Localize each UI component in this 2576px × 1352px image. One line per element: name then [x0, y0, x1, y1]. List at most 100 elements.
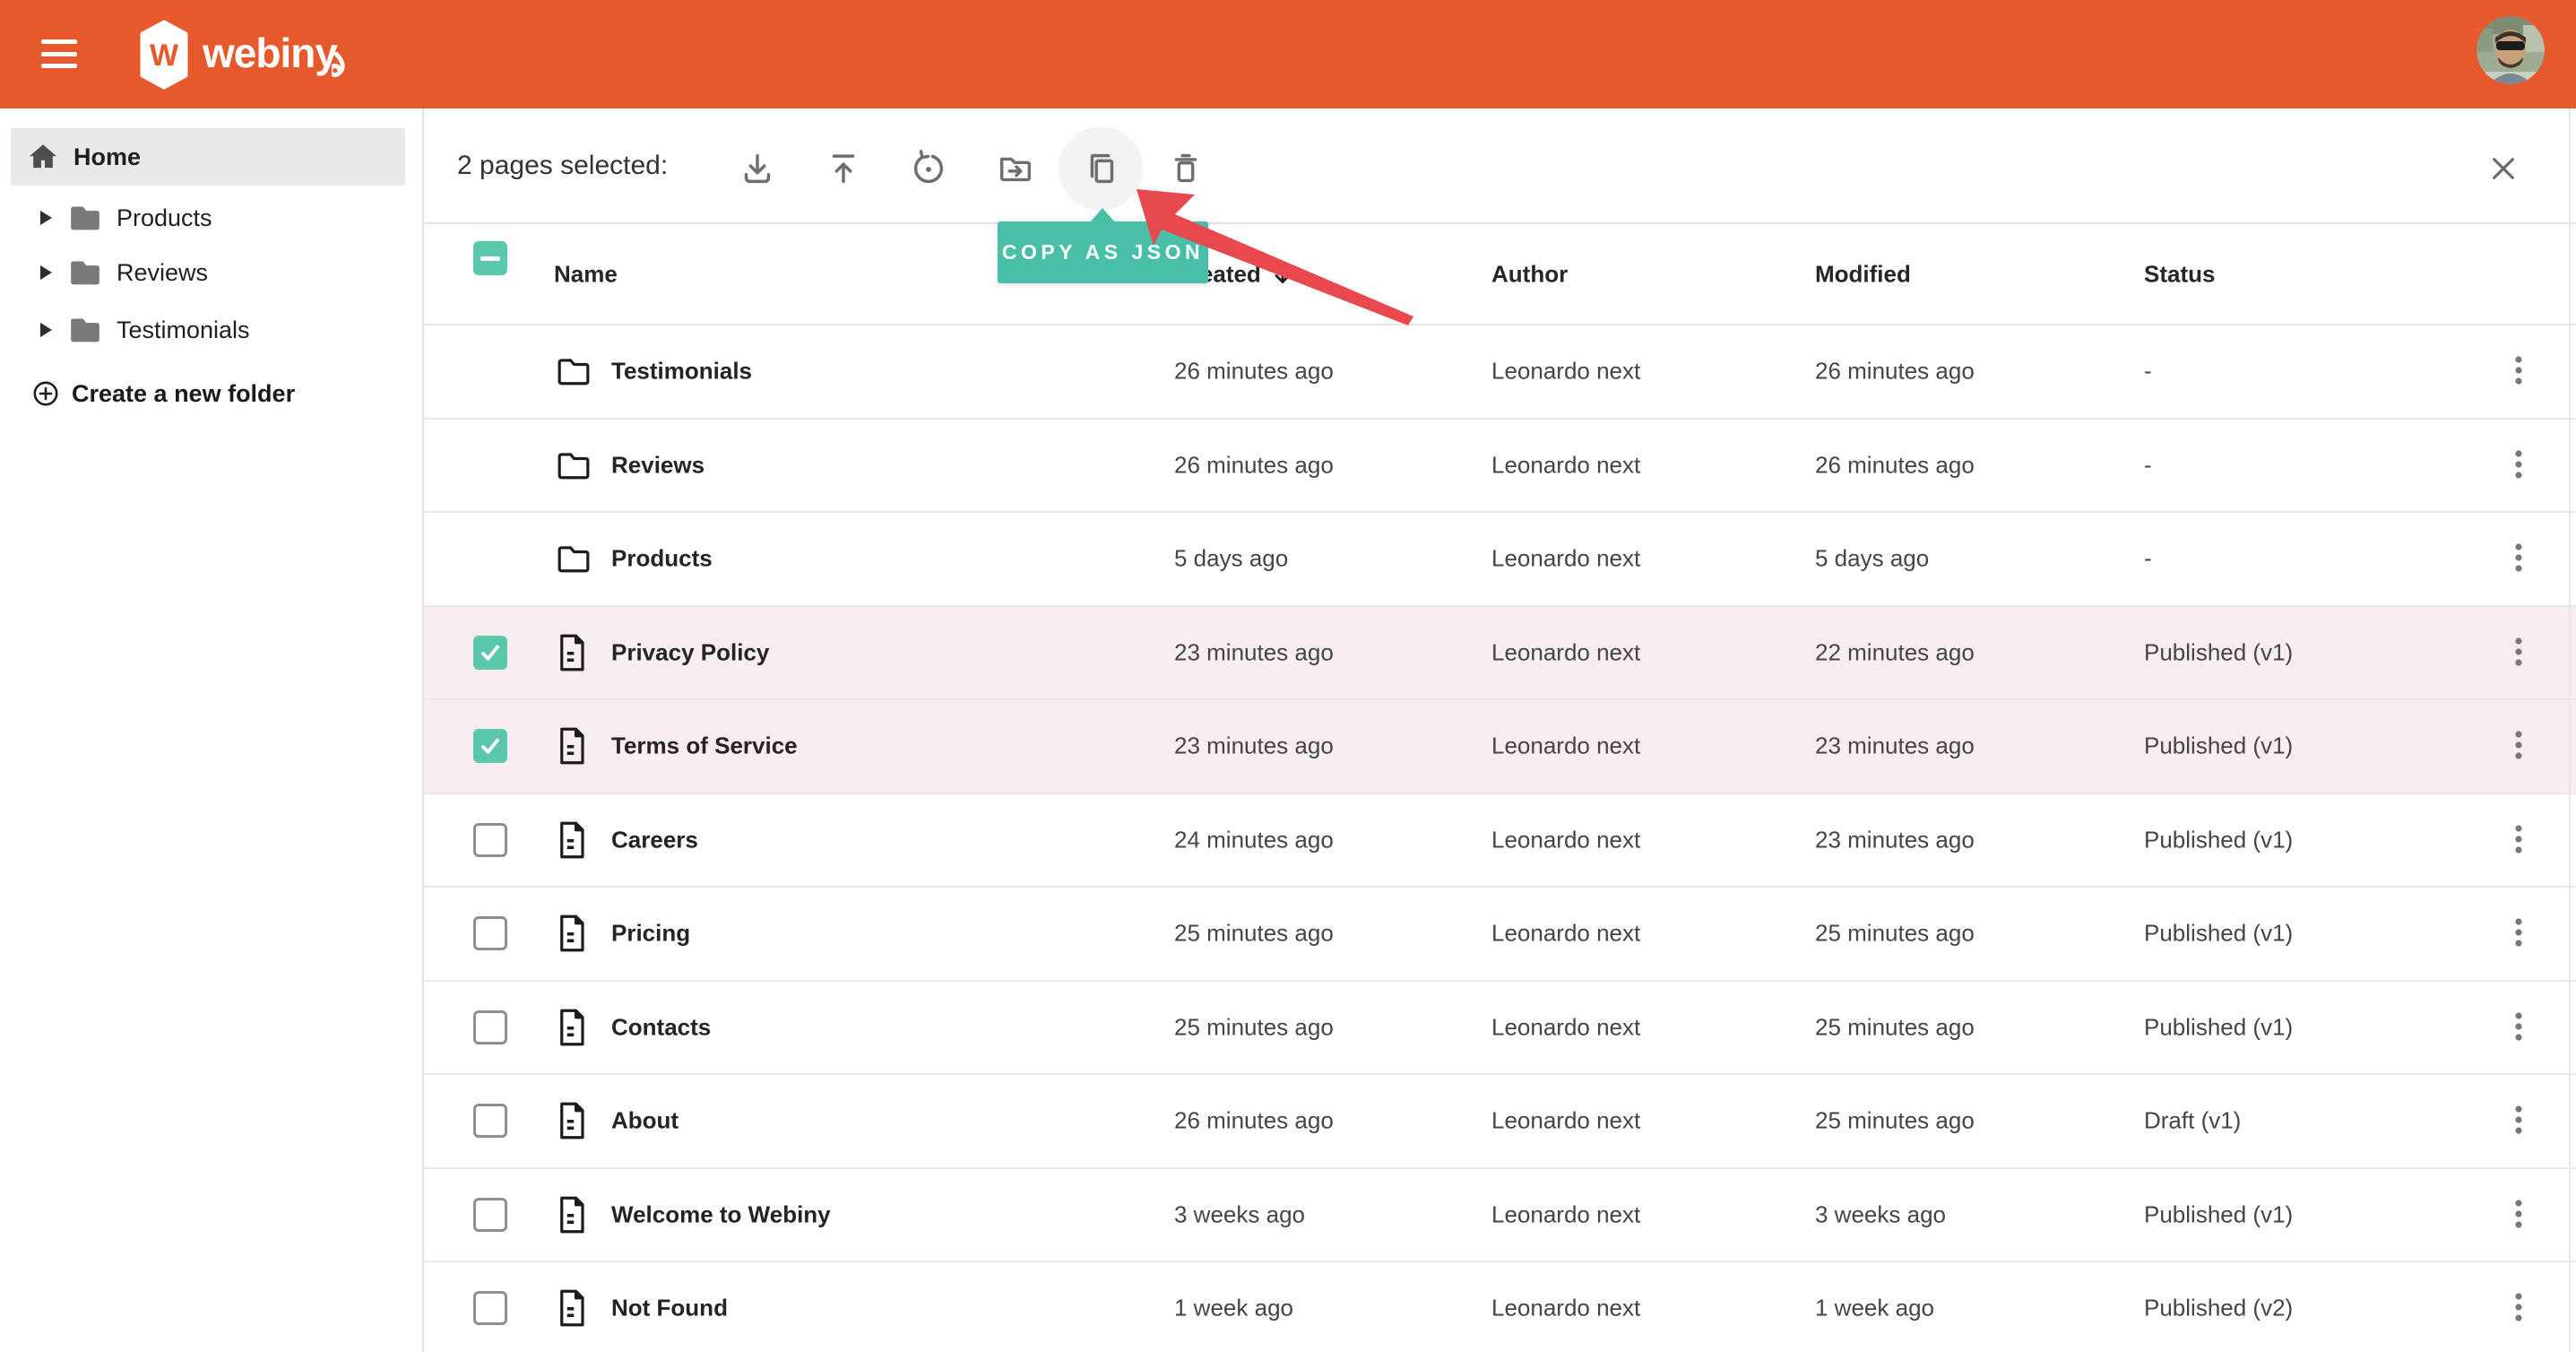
row-name[interactable]: Contacts	[611, 1013, 711, 1041]
row-menu-button[interactable]	[2501, 912, 2537, 955]
table-row-privacy-policy[interactable]: Privacy Policy 23 minutes ago Leonardo n…	[424, 607, 2576, 701]
row-created: 25 minutes ago	[1174, 920, 1334, 948]
publish-button[interactable]	[815, 140, 872, 197]
row-checkbox[interactable]	[473, 1291, 507, 1325]
row-modified: 25 minutes ago	[1815, 1107, 1975, 1135]
row-checkbox[interactable]	[473, 1104, 507, 1138]
row-modified: 26 minutes ago	[1815, 451, 1975, 479]
row-created: 24 minutes ago	[1174, 826, 1334, 854]
row-checkbox[interactable]	[473, 729, 507, 763]
chevron-right-icon[interactable]	[40, 211, 52, 225]
select-all-checkbox[interactable]	[473, 241, 507, 275]
row-checkbox[interactable]	[473, 823, 507, 857]
row-checkbox[interactable]	[473, 636, 507, 670]
user-avatar[interactable]	[2477, 16, 2545, 84]
row-checkbox[interactable]	[473, 916, 507, 950]
row-menu-button[interactable]	[2501, 537, 2537, 580]
sidebar-item-home[interactable]: Home	[11, 128, 405, 186]
row-name[interactable]: Pricing	[611, 920, 690, 948]
column-header-name[interactable]: Name	[554, 260, 618, 288]
row-menu-button[interactable]	[2501, 819, 2537, 862]
row-created: 1 week ago	[1174, 1295, 1293, 1322]
row-status: Published (v1)	[2144, 1013, 2293, 1041]
download-button[interactable]	[729, 140, 786, 197]
close-selection-button[interactable]	[2475, 140, 2532, 197]
sidebar-item-reviews[interactable]: Reviews	[0, 249, 412, 296]
row-modified: 23 minutes ago	[1815, 826, 1975, 854]
row-menu-button[interactable]	[2501, 724, 2537, 767]
kebab-icon	[2514, 1011, 2523, 1044]
row-modified: 1 week ago	[1815, 1295, 1934, 1322]
row-checkbox[interactable]	[473, 1198, 507, 1232]
hamburger-menu-icon[interactable]	[41, 39, 77, 68]
webiny-logo-icon[interactable]: W	[138, 20, 190, 94]
column-header-modified[interactable]: Modified	[1815, 260, 1911, 288]
row-name[interactable]: Terms of Service	[611, 732, 798, 760]
home-icon	[25, 139, 61, 175]
row-menu-button[interactable]	[2501, 631, 2537, 674]
row-modified: 25 minutes ago	[1815, 920, 1975, 948]
sidebar-item-label: Home	[73, 143, 141, 171]
table-row-terms-of-service[interactable]: Terms of Service 23 minutes ago Leonardo…	[424, 700, 2576, 794]
delete-button[interactable]	[1157, 140, 1215, 197]
row-modified: 25 minutes ago	[1815, 1013, 1975, 1041]
move-to-folder-button[interactable]	[987, 140, 1044, 197]
row-status: Published (v1)	[2144, 920, 2293, 948]
create-new-folder-button[interactable]: Create a new folder	[0, 370, 412, 417]
row-menu-button[interactable]	[2501, 1006, 2537, 1049]
row-menu-button[interactable]	[2501, 350, 2537, 393]
page-builder-app: W webiny	[0, 0, 2576, 1352]
row-author: Leonardo next	[1491, 1295, 1640, 1322]
sidebar-item-testimonials[interactable]: Testimonials	[0, 307, 412, 353]
row-name[interactable]: Careers	[611, 826, 698, 854]
table-row-testimonials[interactable]: Testimonials 26 minutes ago Leonardo nex…	[424, 325, 2576, 420]
kebab-icon	[2514, 637, 2523, 669]
table-row-products[interactable]: Products 5 days ago Leonardo next 5 days…	[424, 513, 2576, 607]
row-name[interactable]: Welcome to Webiny	[611, 1200, 831, 1228]
sidebar-item-products[interactable]: Products	[0, 195, 412, 241]
column-header-author[interactable]: Author	[1491, 260, 1568, 288]
row-menu-button[interactable]	[2501, 1099, 2537, 1142]
folder-icon	[556, 449, 592, 481]
wordmark-tail-icon	[332, 52, 355, 84]
table-row-pricing[interactable]: Pricing 25 minutes ago Leonardo next 25 …	[424, 888, 2576, 982]
table-row-reviews[interactable]: Reviews 26 minutes ago Leonardo next 26 …	[424, 420, 2576, 514]
row-created: 26 minutes ago	[1174, 451, 1334, 479]
row-name[interactable]: Not Found	[611, 1295, 728, 1322]
row-checkbox[interactable]	[473, 1010, 507, 1044]
row-name[interactable]: Testimonials	[611, 358, 752, 386]
folder-icon	[67, 203, 103, 233]
row-created: 23 minutes ago	[1174, 638, 1334, 666]
publish-icon	[823, 148, 864, 189]
sort-desc-icon[interactable]	[1272, 263, 1293, 286]
table-row-welcome-to-webiny[interactable]: Welcome to Webiny 3 weeks ago Leonardo n…	[424, 1169, 2576, 1263]
row-menu-button[interactable]	[2501, 1287, 2537, 1330]
tooltip-label: COPY AS JSON	[1002, 240, 1204, 264]
copy-as-json-button[interactable]	[1072, 140, 1129, 197]
chevron-right-icon[interactable]	[40, 323, 52, 337]
row-name[interactable]: About	[611, 1107, 679, 1135]
row-name[interactable]: Privacy Policy	[611, 638, 769, 666]
kebab-icon	[2514, 1105, 2523, 1137]
sidebar-item-label: Products	[117, 204, 212, 232]
row-created: 5 days ago	[1174, 545, 1288, 573]
column-header-status[interactable]: Status	[2144, 260, 2215, 288]
row-modified: 5 days ago	[1815, 545, 1929, 573]
kebab-icon	[2514, 449, 2523, 481]
row-status: -	[2144, 451, 2152, 479]
table-row-not-found[interactable]: Not Found 1 week ago Leonardo next 1 wee…	[424, 1262, 2576, 1352]
table-row-careers[interactable]: Careers 24 minutes ago Leonardo next 23 …	[424, 794, 2576, 888]
scroll-edge-divider	[2569, 108, 2571, 1352]
table-row-about[interactable]: About 26 minutes ago Leonardo next 25 mi…	[424, 1075, 2576, 1169]
table-row-contacts[interactable]: Contacts 25 minutes ago Leonardo next 25…	[424, 982, 2576, 1076]
brand-wordmark: webiny	[203, 29, 355, 84]
plus-circle-icon	[32, 380, 59, 407]
copy-as-json-tooltip: COPY AS JSON	[998, 221, 1208, 283]
row-menu-button[interactable]	[2501, 444, 2537, 487]
row-name[interactable]: Reviews	[611, 451, 705, 479]
row-menu-button[interactable]	[2501, 1193, 2537, 1236]
restore-button[interactable]	[900, 140, 957, 197]
row-name[interactable]: Products	[611, 545, 713, 573]
chevron-right-icon[interactable]	[40, 265, 52, 280]
row-created: 23 minutes ago	[1174, 732, 1334, 760]
